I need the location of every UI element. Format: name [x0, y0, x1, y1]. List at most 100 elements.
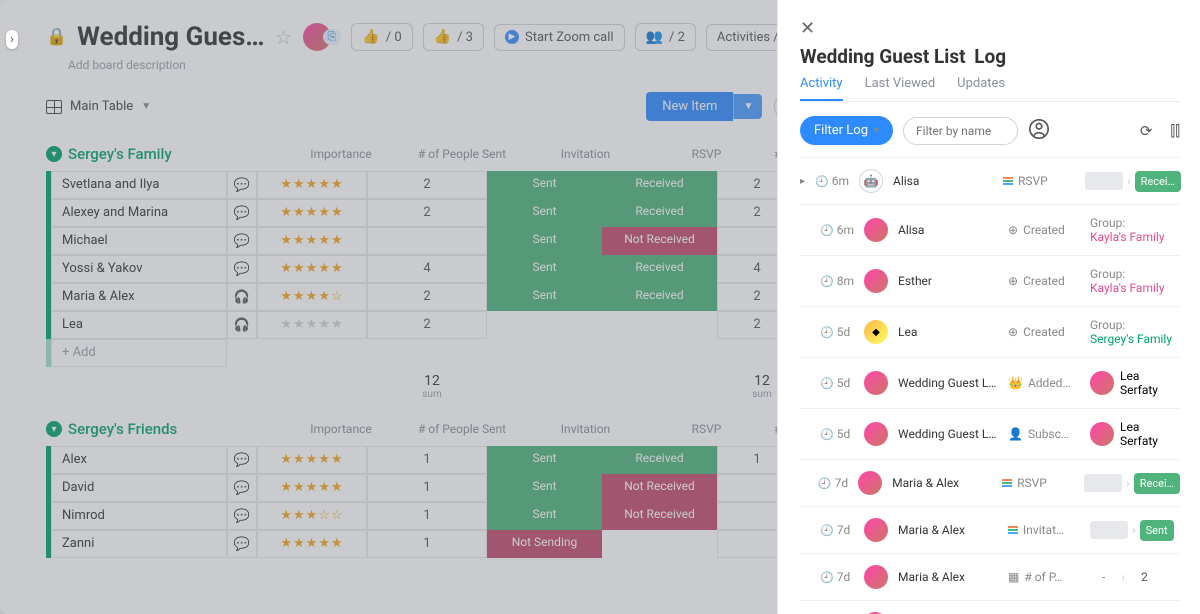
row-name[interactable]: Zanni — [51, 530, 227, 558]
log-entry[interactable]: 🕘5dWedding Guest List👑Added…Lea Serfaty — [800, 358, 1180, 409]
log-entry[interactable]: 🕘7dMaria & AlexRSVP›Recei… — [800, 460, 1180, 507]
cell-importance[interactable]: ★★★★★ — [257, 227, 367, 255]
log-entry[interactable]: 🕘5dWedding Guest List👤Subsc…Lea Serfaty — [800, 409, 1180, 460]
log-entry[interactable]: 🕘5d◆Lea⊕CreatedGroup:Sergey's Family — [800, 307, 1180, 358]
filter-log-button[interactable]: Filter Log▾ — [800, 116, 893, 145]
group-name[interactable]: Sergey's Friends — [68, 420, 280, 438]
tab-last-viewed[interactable]: Last Viewed — [865, 76, 936, 101]
clock-icon: 🕘 — [820, 326, 834, 339]
log-entry[interactable]: 🕘7dMaria & Alex▦# of P…-›2 — [800, 554, 1180, 601]
row-name[interactable]: David — [51, 474, 227, 502]
expand-handle[interactable]: › — [6, 30, 18, 49]
expand-icon[interactable]: ▸ — [800, 176, 805, 187]
cell-importance[interactable]: ★★★★★ — [257, 446, 367, 474]
new-value-chip: Sent — [1140, 520, 1174, 541]
cell-people-sent[interactable]: 2 — [367, 171, 487, 199]
chat-icon[interactable]: 💬 — [227, 227, 257, 255]
clock-icon: 🕘 — [815, 175, 829, 188]
cell-rsvp[interactable]: Received — [602, 283, 717, 311]
cell-importance[interactable]: ★★★★★ — [257, 171, 367, 199]
cell-rsvp[interactable]: Received — [602, 171, 717, 199]
cell-rsvp[interactable]: Not Received — [602, 227, 717, 255]
map-icon[interactable]: ⫿⫿ — [1170, 122, 1180, 140]
row-name[interactable]: Maria & Alex — [51, 283, 227, 311]
row-name[interactable]: Lea — [51, 311, 227, 339]
log-entry[interactable]: 🕘6mAlisa⊕CreatedGroup:Kayla's Family — [800, 205, 1180, 256]
cell-importance[interactable]: ★★★★★ — [257, 474, 367, 502]
cell-importance[interactable]: ★★★★★ — [257, 199, 367, 227]
cell-invitation[interactable]: Not Sending — [487, 530, 602, 558]
cell-people-sent[interactable] — [367, 227, 487, 255]
cell-invitation[interactable]: Sent — [487, 227, 602, 255]
board-owner-avatar[interactable]: ⎘ — [303, 23, 342, 51]
cell-invitation[interactable]: Sent — [487, 199, 602, 227]
new-item-dropdown[interactable]: ▼ — [733, 94, 762, 119]
view-selector[interactable]: Main Table ▼ — [46, 99, 151, 114]
row-name[interactable]: Yossi & Yakov — [51, 255, 227, 283]
cell-people-sent[interactable]: 1 — [367, 502, 487, 530]
tab-updates[interactable]: Updates — [957, 76, 1005, 101]
group-collapse-icon[interactable]: ▾ — [46, 421, 62, 437]
group-collapse-icon[interactable]: ▾ — [46, 146, 62, 162]
reactions-pill[interactable]: 👍/ 0 — [351, 23, 412, 51]
cell-importance[interactable]: ★★★★★ — [257, 255, 367, 283]
chat-icon[interactable]: 🎧 — [227, 283, 257, 311]
cell-people-sent[interactable]: 1 — [367, 474, 487, 502]
cell-invitation[interactable] — [487, 311, 602, 339]
cell-people-sent[interactable]: 2 — [367, 199, 487, 227]
cell-importance[interactable]: ★★★★★ — [257, 530, 367, 558]
row-name[interactable]: Svetlana and Ilya — [51, 171, 227, 199]
cell-invitation[interactable]: Sent — [487, 255, 602, 283]
cell-rsvp[interactable]: Not Received — [602, 474, 717, 502]
tab-activity[interactable]: Activity — [800, 76, 843, 101]
cell-invitation[interactable]: Sent — [487, 446, 602, 474]
cell-importance[interactable]: ★★★☆☆ — [257, 502, 367, 530]
cell-people-sent[interactable]: 1 — [367, 446, 487, 474]
cell-people-sent[interactable]: 2 — [367, 283, 487, 311]
start-zoom-button[interactable]: ▶Start Zoom call — [494, 24, 625, 51]
cell-rsvp[interactable] — [602, 311, 717, 339]
log-entry[interactable]: 🕘8mEsther⊕CreatedGroup:Kayla's Family — [800, 256, 1180, 307]
log-entry[interactable]: ▸🕘6m🤖AlisaRSVP›Recei… — [800, 158, 1180, 205]
group-name[interactable]: Sergey's Family — [68, 145, 280, 163]
cell-rsvp[interactable]: Received — [602, 255, 717, 283]
filter-by-name-input[interactable] — [903, 117, 1018, 145]
cell-people-sent[interactable]: 2 — [367, 311, 487, 339]
chat-icon[interactable]: 💬 — [227, 530, 257, 558]
row-name[interactable]: Michael — [51, 227, 227, 255]
cell-invitation[interactable]: Sent — [487, 283, 602, 311]
row-name[interactable]: Nimrod — [51, 502, 227, 530]
new-item-button[interactable]: New Item — [646, 92, 733, 121]
close-icon[interactable]: ✕ — [800, 18, 1180, 39]
chat-icon[interactable]: 💬 — [227, 502, 257, 530]
cell-invitation[interactable]: Sent — [487, 171, 602, 199]
cell-importance[interactable]: ★★★★☆ — [257, 283, 367, 311]
cell-importance[interactable]: ★★★★★ — [257, 311, 367, 339]
log-time: 🕘5d — [820, 325, 854, 339]
likes-pill[interactable]: 👍/ 3 — [423, 23, 484, 51]
cell-rsvp[interactable]: Received — [602, 199, 717, 227]
chat-icon[interactable]: 💬 — [227, 171, 257, 199]
log-entry[interactable]: 🕘7dMaria & Alex☆Impor…★★★★›★★★★ — [800, 601, 1180, 614]
cell-invitation[interactable]: Sent — [487, 474, 602, 502]
row-name[interactable]: Alex — [51, 446, 227, 474]
refresh-icon[interactable]: ⟳ — [1140, 122, 1153, 140]
log-action: ▦# of P… — [1008, 570, 1080, 584]
chat-icon[interactable]: 💬 — [227, 199, 257, 227]
person-filter-icon[interactable] — [1028, 118, 1050, 144]
cell-people-sent[interactable]: 1 — [367, 530, 487, 558]
cell-invitation[interactable]: Sent — [487, 502, 602, 530]
cell-people-sent[interactable]: 4 — [367, 255, 487, 283]
row-name[interactable]: Alexey and Marina — [51, 199, 227, 227]
cell-rsvp[interactable]: Not Received — [602, 502, 717, 530]
favorite-star-icon[interactable]: ☆ — [275, 25, 293, 49]
cell-rsvp[interactable] — [602, 530, 717, 558]
members-pill[interactable]: 👥/ 2 — [635, 23, 696, 51]
chat-icon[interactable]: 💬 — [227, 255, 257, 283]
chat-icon[interactable]: 🎧 — [227, 311, 257, 339]
chat-icon[interactable]: 💬 — [227, 474, 257, 502]
log-item-name: Alisa — [898, 223, 998, 237]
chat-icon[interactable]: 💬 — [227, 446, 257, 474]
cell-rsvp[interactable]: Received — [602, 446, 717, 474]
log-entry[interactable]: 🕘7dMaria & AlexInvitat…›Sent — [800, 507, 1180, 554]
